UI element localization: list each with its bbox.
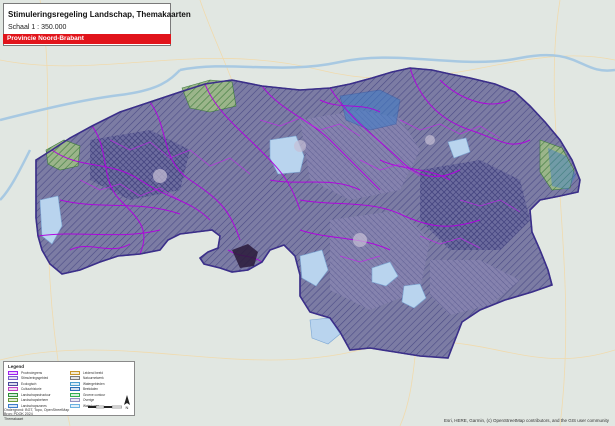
legend-swatch xyxy=(8,381,18,386)
scale-bar xyxy=(88,405,122,409)
map-attribution: Esri, HERE, Garmin, (c) OpenStreetMap co… xyxy=(443,418,609,423)
legend-swatch xyxy=(70,381,80,386)
legend-swatch xyxy=(8,387,18,392)
legend-swatch xyxy=(8,376,18,381)
map-scale-text: Schaal 1 : 350.000 xyxy=(8,24,67,31)
legend-swatch xyxy=(70,387,80,392)
legend-swatch xyxy=(8,370,18,375)
legend-swatch xyxy=(70,392,80,397)
legend-column-right: Leidend beeld Natuurnetwerk Watergebiede… xyxy=(70,370,130,409)
legend-swatch xyxy=(70,398,80,403)
legend-column-left: Provinciegrens Stimuleringsgebied Ecolog… xyxy=(8,370,68,409)
legend-title: Legend xyxy=(8,364,25,369)
legend-swatch xyxy=(70,376,80,381)
legend-credits: Ondergrond: BGT, Topo, OpenStreetMap Bro… xyxy=(4,408,69,421)
credit-line: Themakaart xyxy=(4,416,24,421)
north-arrow-icon: N xyxy=(124,395,130,409)
legend-swatch xyxy=(8,392,18,397)
svg-text:N: N xyxy=(126,405,129,409)
map-title: Stimuleringsregeling Landschap, Themakaa… xyxy=(8,10,191,19)
province-label: Provincie Noord-Brabant xyxy=(3,34,171,44)
legend-swatch xyxy=(70,370,80,375)
legend-swatch xyxy=(8,398,18,403)
legend-swatch xyxy=(70,403,80,408)
